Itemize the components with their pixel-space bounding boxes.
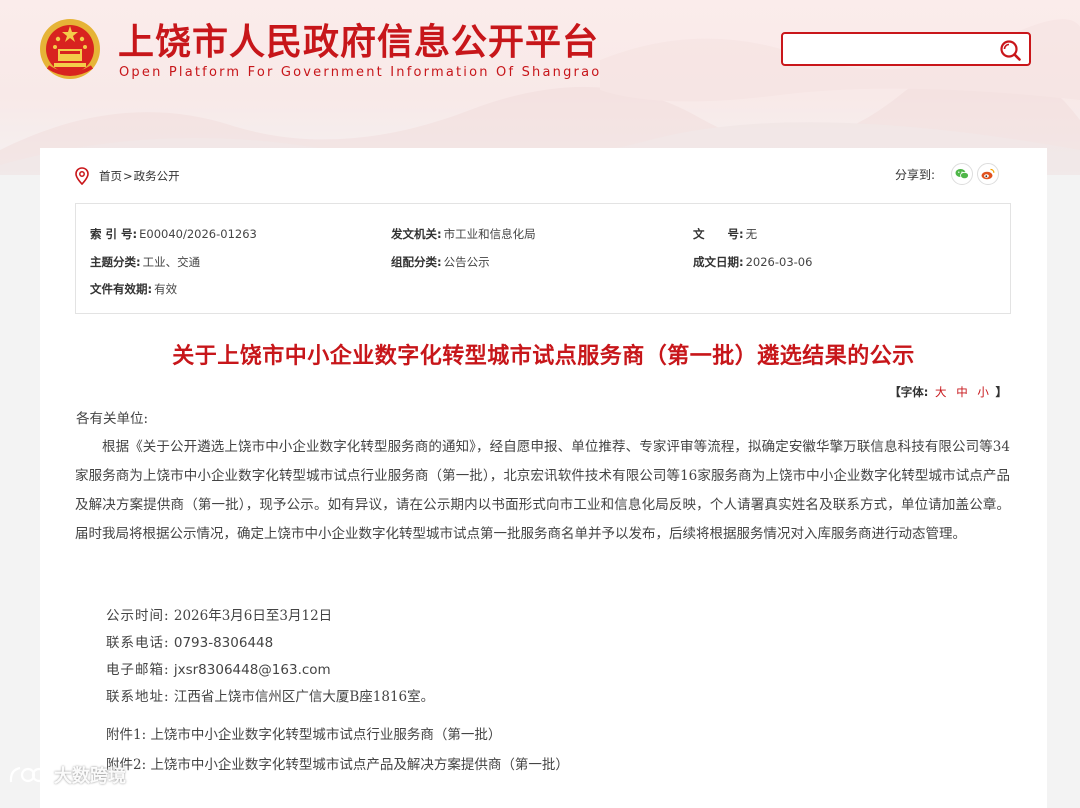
weibo-icon (981, 168, 995, 180)
period-value: 2026年3月6日至3月12日 (173, 608, 333, 624)
period-label: 公示时间: (106, 608, 170, 624)
meta-doc-no: 文 号: 无 (693, 226, 757, 242)
meta-value: 2026-03-06 (745, 255, 813, 269)
meta-label: 索 引 号: (90, 227, 138, 241)
meta-label: 文 号: (693, 227, 744, 241)
breadcrumb-section-link[interactable]: 政务公开 (134, 168, 180, 184)
meta-index-no: 索 引 号: E00040/2026-01263 (90, 226, 257, 242)
meta-topic: 主题分类: 工业、交通 (90, 254, 200, 270)
publicity-period: 公示时间: 2026年3月6日至3月12日 (106, 604, 332, 624)
address-value: 江西省上饶市信州区广信大厦B座1816室。 (173, 689, 435, 705)
attachment-1-link[interactable]: 附件1: 上饶市中小企业数字化转型城市试点行业服务商（第一批） (106, 723, 501, 743)
meta-label: 组配分类: (391, 255, 442, 269)
site-title: 上饶市人民政府信息公开平台 (118, 21, 600, 63)
breadcrumb-separator: > (123, 169, 133, 183)
phone-label: 联系电话: (106, 635, 170, 651)
meta-value: E00040/2026-01263 (139, 227, 257, 241)
attachment-1-label: 附件1: (106, 727, 147, 743)
font-size-large-button[interactable]: 大 (935, 385, 947, 399)
share-label: 分享到: (894, 167, 935, 182)
share-bar: 分享到: (895, 163, 999, 185)
meta-label: 发文机关: (391, 227, 442, 241)
wechat-share-button[interactable] (951, 163, 973, 185)
site-subtitle: Open Platform For Government Information… (119, 65, 602, 80)
search-box (781, 32, 1031, 66)
contact-email: 电子邮箱: jxsr8306448@163.com (106, 658, 331, 678)
article-paragraph: 根据《关于公开遴选上饶市中小企业数字化转型服务商的通知》，经自愿申报、单位推荐、… (75, 439, 1010, 542)
watermark: 大数跨境 (8, 762, 126, 788)
content-card: 首页 > 政务公开 分享到: 索 引 号:E00040/2026-01263 (40, 148, 1047, 808)
search-input[interactable] (791, 39, 995, 61)
meta-issuer: 发文机关: 市工业和信息化局 (391, 226, 536, 242)
meta-date: 成文日期: 2026-03-06 (693, 254, 812, 270)
salutation: 各有关单位: (76, 411, 149, 427)
meta-category: 组配分类: 公告公示 (391, 254, 490, 270)
phone-value: 0793-8306448 (173, 635, 274, 651)
contact-phone: 联系电话: 0793-8306448 (106, 631, 273, 651)
attachment-2-link[interactable]: 附件2: 上饶市中小企业数字化转型城市试点产品及解决方案提供商（第一批） (106, 753, 569, 773)
meta-value: 市工业和信息化局 (443, 227, 536, 241)
email-label: 电子邮箱: (106, 662, 170, 678)
weibo-share-button[interactable] (977, 163, 999, 185)
contact-address: 联系地址: 江西省上饶市信州区广信大厦B座1816室。 (106, 685, 434, 705)
meta-label: 主题分类: (90, 255, 141, 269)
meta-value: 公告公示 (443, 255, 490, 269)
national-emblem-icon (40, 19, 100, 79)
article-title: 关于上饶市中小企业数字化转型城市试点服务商（第一批）遴选结果的公示 (172, 344, 915, 369)
meta-value: 无 (745, 227, 758, 241)
font-size-medium-button[interactable]: 中 (956, 385, 968, 399)
wechat-icon (955, 169, 969, 180)
breadcrumb: 首页 > 政务公开 (75, 167, 180, 185)
search-icon[interactable] (999, 39, 1021, 61)
meta-value: 有效 (154, 282, 178, 296)
font-size-suffix: 】 (995, 385, 1008, 399)
breadcrumb-home-link[interactable]: 首页 (99, 168, 122, 184)
attachment-1-title: 上饶市中小企业数字化转型城市试点行业服务商（第一批） (150, 727, 502, 743)
font-size-small-button[interactable]: 小 (977, 385, 989, 399)
location-pin-icon (75, 167, 89, 185)
meta-label: 成文日期: (693, 255, 744, 269)
watermark-text: 大数跨境 (54, 766, 126, 787)
meta-value: 工业、交通 (142, 255, 201, 269)
address-label: 联系地址: (106, 689, 170, 705)
attachment-2-title: 上饶市中小企业数字化转型城市试点产品及解决方案提供商（第一批） (150, 757, 569, 773)
document-metadata-table: 索 引 号: E00040/2026-01263 发文机关: 市工业和信息化局 文 … (75, 203, 1011, 314)
font-size-prefix: 【字体: (889, 385, 929, 399)
font-size-control: 【字体: 大 中 小 】 (889, 384, 1007, 400)
watermark-logo-icon (9, 766, 47, 783)
meta-validity: 文件有效期: 有效 (90, 281, 177, 297)
meta-label: 文件有效期: (90, 282, 153, 296)
email-value: jxsr8306448@163.com (173, 662, 331, 678)
